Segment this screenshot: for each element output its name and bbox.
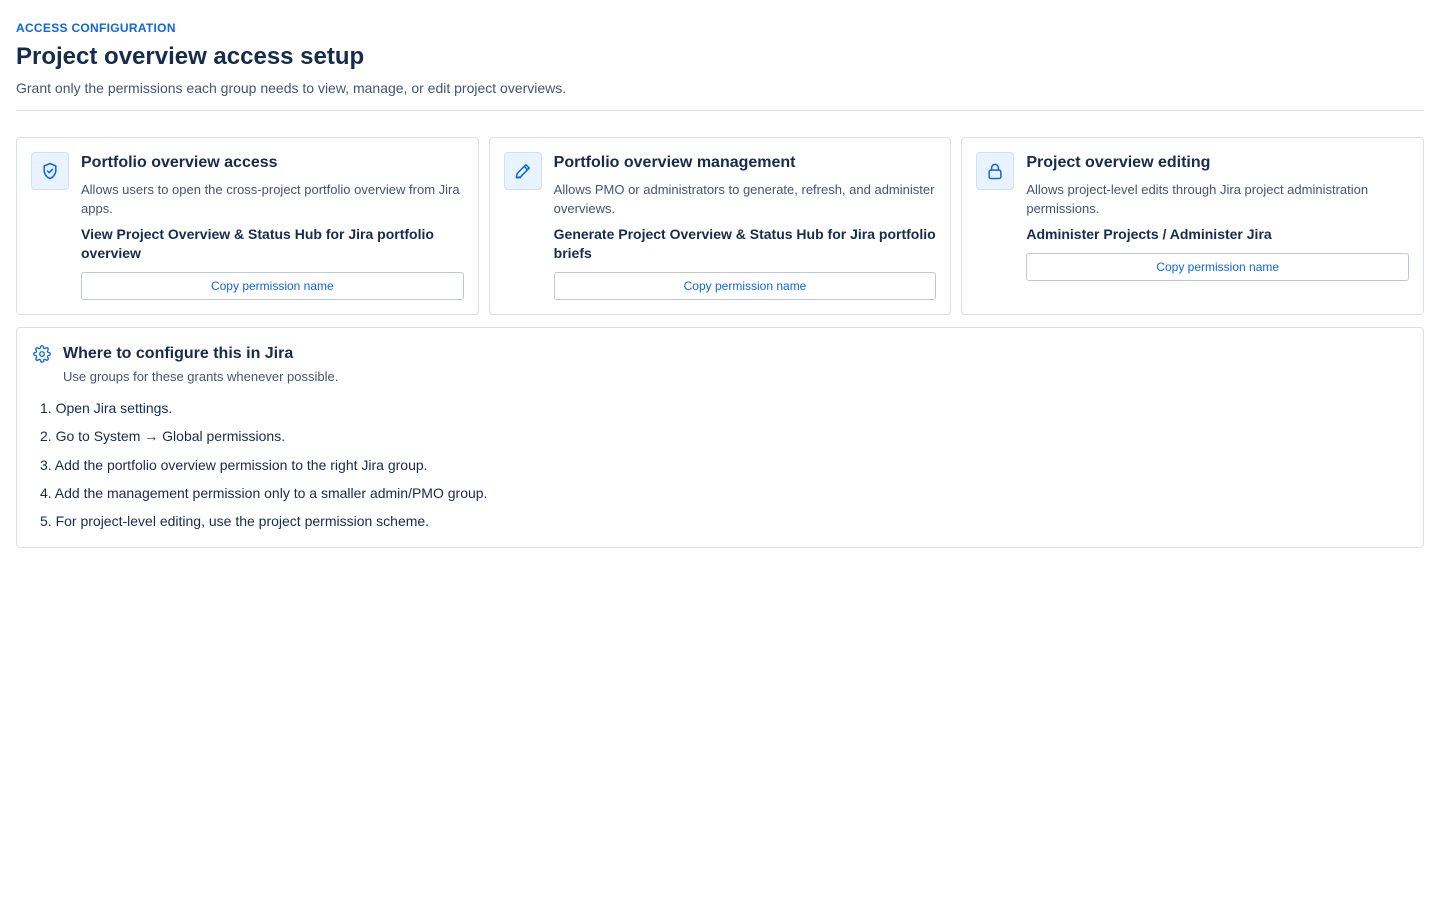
permission-cards: Portfolio overview access Allows users t… [16,137,1425,315]
copy-permission-button[interactable]: Copy permission name [553,272,937,300]
step-item: 4. Add the management permission only to… [40,484,488,501]
divider [16,110,1424,111]
permission-name: Administer Projects / Administer Jira [1026,226,1272,242]
card-description: Allows PMO or administrators to generate… [553,182,935,216]
configure-header-text: Where to configure this in Jira Use grou… [63,344,338,386]
step-item: 3. Add the portfolio overview permission… [40,456,428,473]
card-title: Portfolio overview management [553,154,796,171]
step-item: 1. Open Jira settings. [40,400,173,416]
configure-steps: 1. Open Jira settings. 2. Go to System →… [33,398,1407,531]
card-portfolio-management: Portfolio overview management Allows PMO… [488,137,952,315]
page: ACCESS CONFIGURATION Project overview ac… [0,0,1440,549]
configure-title: Where to configure this in Jira [63,345,294,362]
pencil-icon [503,152,542,190]
card-body: Portfolio overview access Allows users t… [81,152,464,300]
copy-permission-button[interactable]: Copy permission name [81,272,464,300]
configure-subtitle: Use groups for these grants whenever pos… [63,369,339,384]
lock-icon [976,152,1015,190]
card-title: Portfolio overview access [81,154,278,171]
card-description: Allows project-level edits through Jira … [1026,182,1369,216]
card-project-editing: Project overview editing Allows project-… [961,137,1425,315]
eyebrow-label: ACCESS CONFIGURATION [16,21,176,35]
permission-name: View Project Overview & Status Hub for J… [81,226,434,261]
permission-name: Generate Project Overview & Status Hub f… [553,226,936,261]
step-item: 2. Go to System → Global permissions. [40,428,286,445]
card-description: Allows users to open the cross-project p… [81,182,460,216]
gear-icon [33,345,51,363]
card-body: Project overview editing Allows project-… [1026,152,1410,300]
copy-permission-button[interactable]: Copy permission name [1026,253,1410,281]
page-title: Project overview access setup [16,43,365,70]
card-portfolio-access: Portfolio overview access Allows users t… [16,137,479,315]
card-title: Project overview editing [1026,154,1211,171]
configure-header: Where to configure this in Jira Use grou… [33,344,1407,386]
step-item: 5. For project-level editing, use the pr… [40,513,430,530]
page-subtitle: Grant only the permissions each group ne… [16,80,567,96]
shield-check-icon [31,152,69,190]
configure-section: Where to configure this in Jira Use grou… [16,327,1424,549]
card-body: Portfolio overview management Allows PMO… [553,152,937,300]
